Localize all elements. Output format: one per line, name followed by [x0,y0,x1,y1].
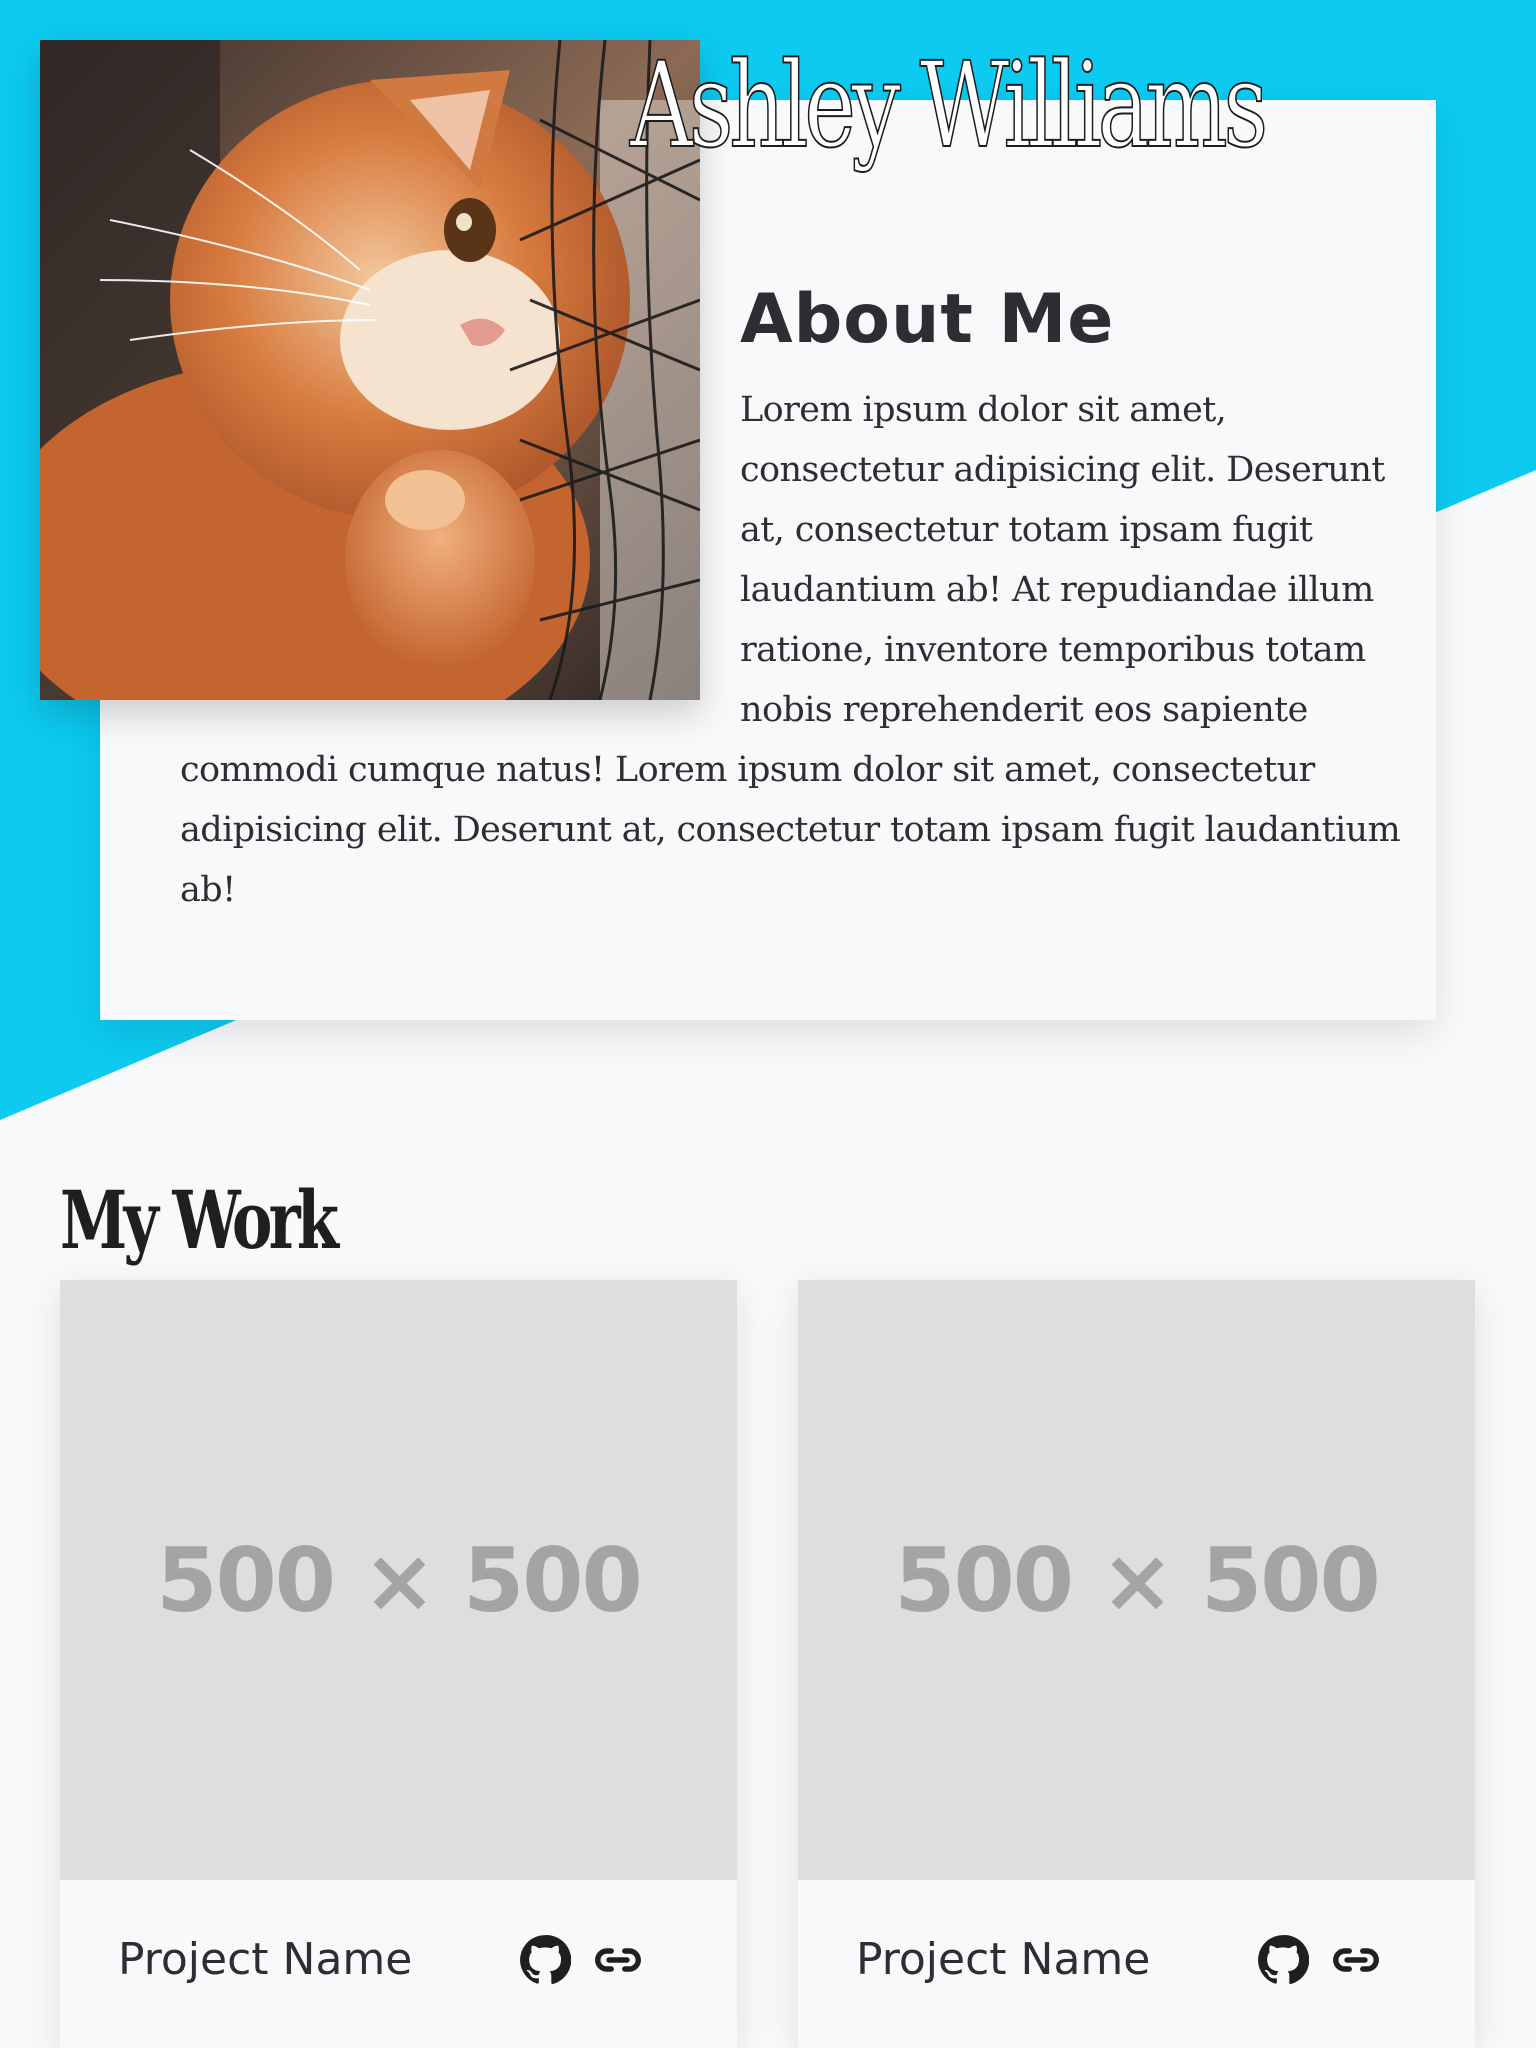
site-name: Ashley Williams [629,35,1269,175]
thumbnail-placeholder-label: 500 × 500 [156,1528,642,1632]
project-card: 500 × 500 Project Name [60,1280,737,2048]
work-heading: My Work [60,1173,339,1267]
about-line: consectetur adipisicing elit. Deserunt [740,450,1385,490]
project-footer: Project Name [60,1880,737,2048]
project-card: 500 × 500 Project Name [798,1280,1475,2048]
project-name: Project Name [856,1934,1151,1985]
about-line: ratione, inventore temporibus totam [740,630,1366,670]
about-paragraph-side: Lorem ipsum dolor sit amet, consectetur … [740,380,1385,740]
about-line: commodi cumque natus! Lorem ipsum dolor … [180,750,1315,790]
about-line: ab! [180,870,236,910]
about-line: adipisicing elit. Deserunt at, consectet… [180,810,1401,850]
link-icon[interactable] [1326,1930,1386,1990]
project-thumbnail: 500 × 500 [798,1280,1475,1880]
github-icon[interactable] [515,1930,575,1990]
about-line: nobis reprehenderit eos sapiente [740,690,1308,730]
link-icon[interactable] [588,1930,648,1990]
about-paragraph-full: commodi cumque natus! Lorem ipsum dolor … [180,740,1401,920]
about-line: Lorem ipsum dolor sit amet, [740,390,1227,430]
about-heading: About Me [740,280,1115,359]
project-footer: Project Name [798,1880,1475,2048]
about-line: at, consectetur totam ipsam fugit [740,510,1313,550]
project-name: Project Name [118,1934,413,1985]
profile-photo [40,40,700,700]
thumbnail-placeholder-label: 500 × 500 [894,1528,1380,1632]
about-line: laudantium ab! At repudiandae illum [740,570,1374,610]
github-icon[interactable] [1253,1930,1313,1990]
project-thumbnail: 500 × 500 [60,1280,737,1880]
